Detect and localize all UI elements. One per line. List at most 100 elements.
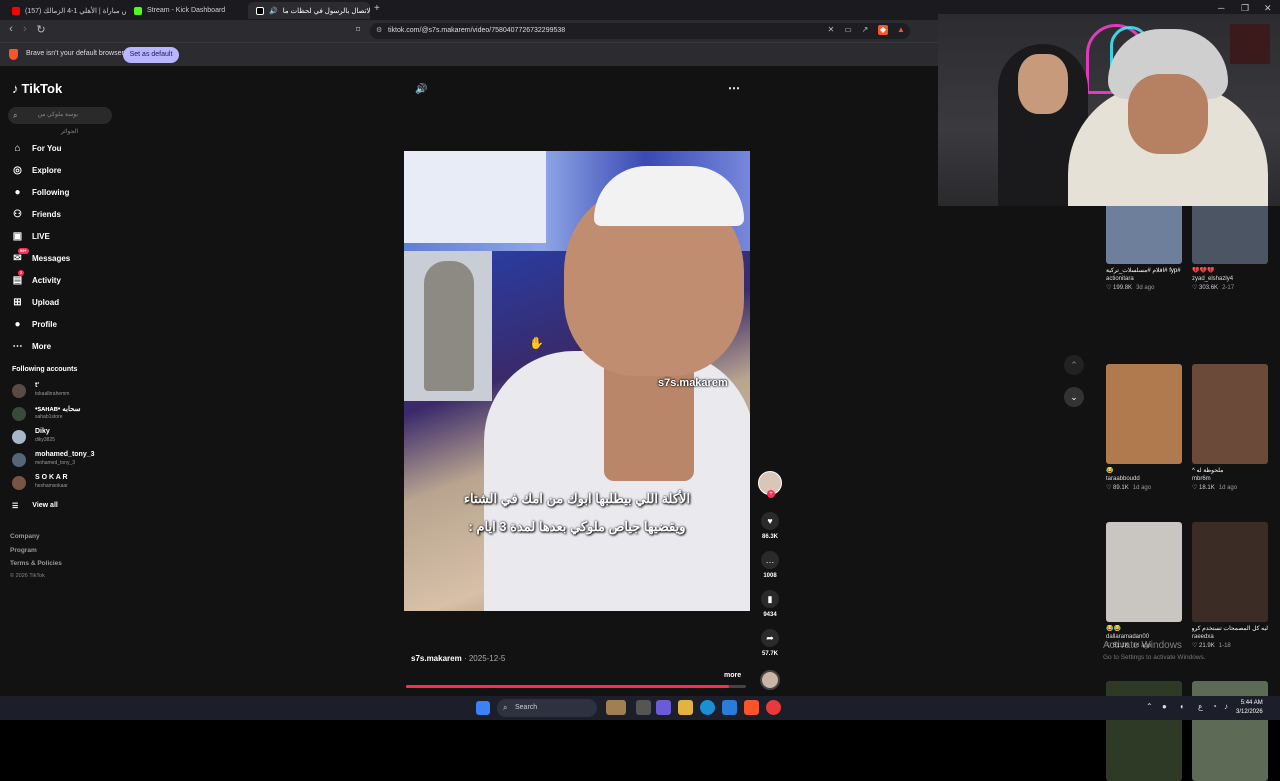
store-icon[interactable] [722, 700, 737, 715]
music-disc[interactable] [760, 670, 780, 690]
video-user[interactable]: actionitara [1106, 276, 1182, 282]
search-icon: ⌕ [13, 111, 18, 120]
related-video-card[interactable]: ملحوظة له ^ mbr6m ♡ 18.1K 1d ago [1192, 364, 1268, 491]
video-thumbnail[interactable] [1192, 522, 1268, 622]
following-account[interactable]: t' tokaalbrahemm [12, 382, 117, 398]
tab-youtube[interactable]: (157) ملخص مباراة | الأهلي 1-4 الزمالك [4, 2, 126, 19]
tab-tiktok[interactable]: 🔊 الاتصال بالرسول في لحظات ما ✕ [248, 2, 370, 19]
tray-app-icon[interactable]: ◐ [1180, 702, 1185, 711]
search-input[interactable]: ⌕ بوسة ملوكي من الجوائر [8, 107, 112, 135]
sidebar-item-following[interactable]: ● Following [12, 185, 69, 199]
video-user[interactable]: raeedxa [1192, 634, 1268, 640]
app-icon[interactable] [766, 700, 781, 715]
following-account[interactable]: mohamed_tony_3 mohamed_tony_3 [12, 451, 117, 467]
next-video-button[interactable]: ⌄ [1064, 387, 1084, 407]
taskbar-search[interactable]: ⌕ Search [497, 699, 597, 717]
brave-rewards-icon[interactable]: ▲ [896, 25, 906, 35]
file-explorer-icon[interactable] [678, 700, 693, 715]
share-button[interactable]: ➦ [761, 629, 779, 647]
like-count: 199.8K [1113, 285, 1133, 291]
creator-avatar[interactable]: + [758, 471, 782, 498]
start-icon[interactable] [476, 701, 490, 715]
volume-icon[interactable]: 🔊 [415, 84, 427, 95]
view-all-link[interactable]: ☰ View all [12, 502, 58, 510]
comment-button[interactable]: … [761, 551, 779, 569]
footer-link-program[interactable]: Program [10, 547, 37, 554]
wifi-icon[interactable]: ◔ [1212, 702, 1217, 711]
video-user[interactable]: zyad_elshazly4 [1192, 276, 1268, 282]
language-indicator[interactable]: ع [1198, 702, 1203, 711]
infobar-message: Brave isn't your default browser [26, 50, 124, 57]
more-link[interactable]: more [724, 672, 741, 679]
tray-chevron-icon[interactable]: ⌃ [1146, 702, 1153, 711]
clock-time: 5:44 AM [1240, 700, 1263, 706]
sidebar-item-friends[interactable]: ⚇ Friends [12, 207, 61, 221]
related-video-card[interactable]: ليه كل المصمحات تستخدم كرومبيم ؟ raeedxa ♡… [1192, 522, 1268, 649]
tray-app-icon[interactable]: ● [1162, 702, 1167, 711]
cast-icon[interactable]: ▭ [843, 25, 853, 35]
speaker-icon[interactable]: 🔊 [269, 7, 278, 15]
bookmark-icon[interactable]: ⌑ [353, 25, 363, 35]
profile-avatar-icon: ● [14, 318, 21, 330]
video-player[interactable]: s7s.makarem الأكلة اللي بيطلبها ابوك من … [404, 151, 750, 611]
brave-shields-icon[interactable]: ◆ [878, 25, 888, 35]
sidebar-item-for-you[interactable]: ⌂ For You [12, 141, 61, 155]
no-camera-icon[interactable]: ✕ [826, 25, 836, 35]
previous-video-button[interactable]: ⌃ [1064, 355, 1084, 375]
back-button[interactable]: ‹ [4, 23, 18, 35]
video-thumbnail[interactable] [1192, 364, 1268, 464]
video-user[interactable]: taraabboudd [1106, 476, 1182, 482]
video-progress-bar[interactable] [406, 685, 746, 688]
activity-icon: ▤ [12, 274, 23, 286]
speaker-icon[interactable]: ♪ [1224, 702, 1228, 711]
notification-badge: 99+ [18, 248, 29, 254]
sidebar-item-messages[interactable]: ✉ Messages 99+ [12, 248, 71, 265]
related-video-card[interactable]: #fyp #اقلام #مسلسلات_تركية actionitara ♡ 1… [1106, 194, 1182, 291]
clock-date: 3/12/2026 [1236, 709, 1263, 715]
copilot-icon[interactable] [656, 700, 671, 715]
like-button[interactable]: ♥ [761, 512, 779, 530]
sidebar-item-explore[interactable]: ◎ Explore [12, 163, 61, 177]
url-text: tiktok.com/@s7s.makarem/video/7580407726… [388, 27, 566, 34]
related-video-card[interactable]: 💔💔💔 zyad_elshazly4 ♡ 303.6K 2-17 [1192, 194, 1268, 291]
sidebar-item-upload[interactable]: ⊞ Upload [12, 295, 59, 309]
footer-link-terms[interactable]: Terms & Policies [10, 560, 62, 567]
task-view-icon[interactable] [636, 700, 651, 715]
video-thumbnail[interactable] [1106, 522, 1182, 622]
sidebar-item-profile[interactable]: ● Profile [12, 317, 56, 331]
account-name: •ꜱᴀʜᴀʙ• سحابه [35, 406, 81, 413]
author-name[interactable]: s7s.makarem [411, 654, 462, 663]
sidebar-item-live[interactable]: ▣ LIVE [12, 229, 50, 243]
tiktok-logo[interactable]: ♪ TikTok [12, 81, 62, 96]
set-default-button[interactable]: Set as default [123, 47, 179, 63]
sidebar-item-activity[interactable]: ▤ Activity 2 [12, 270, 61, 287]
like-count: 21.9K [1199, 643, 1215, 649]
footer-link-company[interactable]: Company [10, 533, 40, 540]
minimize-button[interactable]: ─ [1218, 3, 1224, 13]
share-icon[interactable]: ↗ [860, 25, 870, 35]
save-button[interactable]: ▮ [761, 590, 779, 608]
related-video-card[interactable]: 😂 taraabboudd ♡ 89.1K 1d ago [1106, 364, 1182, 491]
forward-button[interactable]: › [18, 23, 32, 35]
heart-icon: ♡ [1192, 643, 1200, 649]
new-tab-button[interactable]: + [374, 3, 380, 14]
video-thumbnail[interactable] [1106, 364, 1182, 464]
reload-button[interactable]: ↻ [34, 23, 48, 36]
maximize-button[interactable]: ❐ [1241, 3, 1249, 14]
edge-icon[interactable] [700, 700, 715, 715]
site-info-icon[interactable]: ⚙ [376, 23, 382, 39]
taskbar-clock[interactable]: 5:44 AM 3/12/2026 [1236, 699, 1263, 717]
brave-icon[interactable] [744, 700, 759, 715]
sidebar-item-label: Messages [32, 253, 71, 263]
sidebar-item-more[interactable]: ⋯ More [12, 339, 52, 353]
more-options-icon[interactable]: ⋯ [728, 81, 740, 95]
tab-kick[interactable]: Stream - Kick Dashboard [126, 2, 246, 19]
close-window-button[interactable]: ✕ [1264, 3, 1272, 14]
video-user[interactable]: mbr6m [1192, 476, 1268, 482]
following-account[interactable]: Diky diky3825 [12, 428, 117, 444]
follow-plus-icon[interactable]: + [767, 490, 775, 498]
following-account[interactable]: S O K A R heshamsokaar [12, 474, 117, 490]
widgets-icon[interactable] [606, 700, 626, 715]
following-account[interactable]: •ꜱᴀʜᴀʙ• سحابه sahab1store [12, 405, 117, 421]
related-video-card[interactable]: 😂😂 dallaramadan00 ♡ 61.1K 1d ago [1106, 522, 1182, 649]
